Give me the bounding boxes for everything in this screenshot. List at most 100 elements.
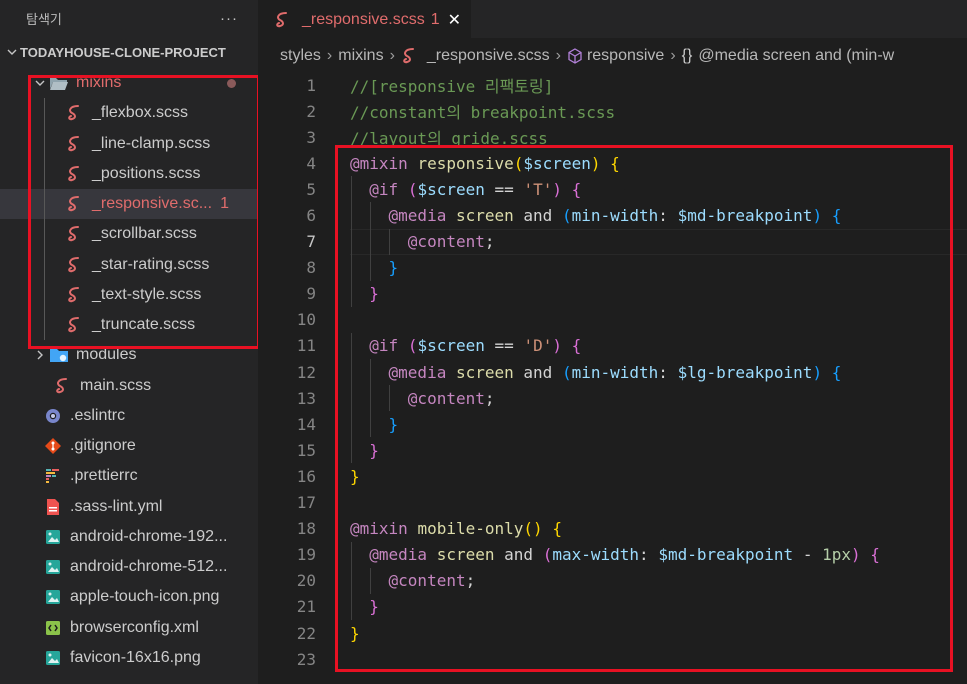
breadcrumb-media[interactable]: {} @media screen and (min-w — [682, 47, 895, 65]
code-line[interactable]: 13 @content; — [258, 385, 967, 412]
code-line[interactable]: 18 @mixin mobile-only() { — [258, 516, 967, 542]
line-number: 3 — [306, 127, 316, 147]
explorer-sidebar: 탐색기 ··· TODAYHOUSE-CLONE-PROJECT mixins … — [0, 0, 258, 684]
code-text: @mixin responsive($screen) { — [350, 153, 620, 173]
file-mixin-item[interactable]: _line-clamp.scss — [0, 128, 258, 159]
editor-area: _responsive.scss 1 ✕ styles › mixins › _… — [258, 0, 967, 684]
code-line[interactable]: 17 — [258, 490, 967, 516]
code-line[interactable]: 6 @media screen and (min-width: $md-brea… — [258, 202, 967, 229]
code-line[interactable]: 19 @media screen and (max-width: $md-bre… — [258, 541, 967, 568]
file-root-item[interactable]: .sass-lint.yml — [0, 492, 258, 522]
code-text: //constant의 breakpoint.scss — [350, 103, 616, 123]
code-line[interactable]: 5 @if ($screen == 'T') { — [258, 176, 967, 203]
code-line[interactable]: 4 @mixin responsive($screen) { — [258, 150, 967, 176]
code-line[interactable]: 22} — [258, 620, 967, 646]
file-mixin-item[interactable]: _truncate.scss — [0, 310, 258, 341]
folder-mixins[interactable]: mixins — [0, 68, 258, 98]
code-line[interactable]: 23 — [258, 646, 967, 672]
code-text: } — [369, 440, 379, 460]
file-mixin-item[interactable]: _text-style.scss — [0, 279, 258, 310]
code-line[interactable]: 9 } — [258, 280, 967, 307]
file-main-scss[interactable]: main.scss — [0, 371, 258, 401]
breadcrumb-styles[interactable]: styles — [280, 47, 321, 65]
file-label: _positions.scss — [92, 164, 201, 182]
prettier-icon — [42, 467, 64, 485]
breadcrumb: styles › mixins › _responsive.scss › res… — [258, 38, 967, 74]
breadcrumb-symbol-label: responsive — [586, 47, 665, 64]
code-line[interactable]: 14 } — [258, 411, 967, 438]
code-line[interactable]: 11 @if ($screen == 'D') { — [258, 332, 967, 360]
indent-guide — [44, 310, 45, 341]
code-line[interactable]: 10 — [258, 307, 967, 333]
file-root-item[interactable]: .prettierrc — [0, 461, 258, 491]
folder-open-icon — [48, 75, 70, 91]
file-mixin-item[interactable]: _star-rating.scss — [0, 249, 258, 280]
code-line[interactable]: 2 //constant의 breakpoint.scss — [258, 98, 967, 124]
git-icon — [42, 437, 64, 455]
file-mixin-item[interactable]: _scrollbar.scss — [0, 219, 258, 250]
sass-icon — [52, 377, 74, 395]
line-number: 5 — [306, 179, 316, 199]
line-number: 20 — [296, 571, 316, 591]
code-line[interactable]: 20 @content; — [258, 567, 967, 594]
sass-icon — [64, 165, 86, 183]
sass-icon — [64, 316, 86, 334]
problem-count-badge: 1 — [220, 195, 229, 213]
file-mixin-item[interactable]: _flexbox.scss — [0, 98, 258, 129]
code-line[interactable]: 15 } — [258, 437, 967, 464]
more-actions-button[interactable]: ··· — [220, 10, 238, 27]
code-line[interactable]: 3 //layout의 gride.scss — [258, 124, 967, 150]
indent-guide — [44, 189, 45, 220]
line-number: 1 — [306, 75, 316, 95]
sass-icon — [64, 135, 86, 153]
file-label: .prettierrc — [70, 467, 138, 485]
close-icon[interactable]: ✕ — [448, 10, 461, 30]
xml-icon — [42, 619, 64, 637]
chevron-right-icon: › — [326, 47, 333, 64]
image-icon — [42, 588, 64, 606]
line-number: 14 — [296, 414, 316, 434]
chevron-right-icon: › — [670, 47, 676, 64]
file-label: _responsive.sc... — [92, 195, 213, 213]
file-mixin-item[interactable]: _positions.scss — [0, 158, 258, 189]
code-text: //[responsive 리팩토링] — [350, 77, 554, 97]
indent-guide — [44, 279, 45, 310]
file-root-item[interactable]: .gitignore — [0, 431, 258, 461]
indent-guide — [44, 98, 45, 129]
indent-guide — [44, 128, 45, 159]
file-root-item[interactable]: favicon-16x16.png — [0, 643, 258, 673]
tab-responsive-scss[interactable]: _responsive.scss 1 ✕ — [258, 0, 472, 38]
folder-modules[interactable]: modules — [0, 340, 258, 370]
file-root-item[interactable]: android-chrome-192... — [0, 522, 258, 552]
project-root[interactable]: TODAYHOUSE-CLONE-PROJECT — [0, 36, 258, 68]
code-text: @media screen and (min-width: $md-breakp… — [388, 206, 842, 226]
file-root-item[interactable]: browserconfig.xml — [0, 613, 258, 643]
line-number: 10 — [296, 310, 316, 330]
chevron-down-icon — [4, 46, 20, 58]
file-tree: mixins _flexbox.scss _line-clamp.scss _pos… — [0, 68, 258, 673]
project-name: TODAYHOUSE-CLONE-PROJECT — [20, 44, 226, 60]
code-editor[interactable]: 1 //[responsive 리팩토링] 2 //constant의 breakpo… — [258, 72, 967, 672]
line-number: 8 — [306, 258, 316, 278]
line-number: 9 — [306, 284, 316, 304]
sass-icon — [272, 11, 294, 29]
line-number: 6 — [306, 206, 316, 226]
chevron-right-icon: › — [555, 47, 561, 64]
code-line[interactable]: 16} — [258, 463, 967, 489]
code-line[interactable]: 7 @content; — [258, 228, 967, 255]
breadcrumb-file[interactable]: _responsive.scss — [401, 47, 550, 65]
breadcrumb-mixins[interactable]: mixins — [338, 47, 383, 65]
breadcrumb-symbol[interactable]: responsive — [567, 47, 664, 65]
sass-icon — [64, 225, 86, 243]
indent-guide — [44, 158, 45, 189]
code-line[interactable]: 8 } — [258, 254, 967, 281]
file-root-item[interactable]: .eslintrc — [0, 401, 258, 431]
file-label: .sass-lint.yml — [70, 497, 163, 515]
code-line[interactable]: 12 @media screen and (min-width: $lg-bre… — [258, 359, 967, 386]
file-root-item[interactable]: apple-touch-icon.png — [0, 582, 258, 612]
code-text: @content; — [388, 571, 476, 591]
file-root-item[interactable]: android-chrome-512... — [0, 552, 258, 582]
code-line[interactable]: 1 //[responsive 리팩토링] — [258, 72, 967, 98]
file-mixin-item[interactable]: _responsive.sc... 1 — [0, 189, 258, 220]
code-line[interactable]: 21 } — [258, 593, 967, 620]
